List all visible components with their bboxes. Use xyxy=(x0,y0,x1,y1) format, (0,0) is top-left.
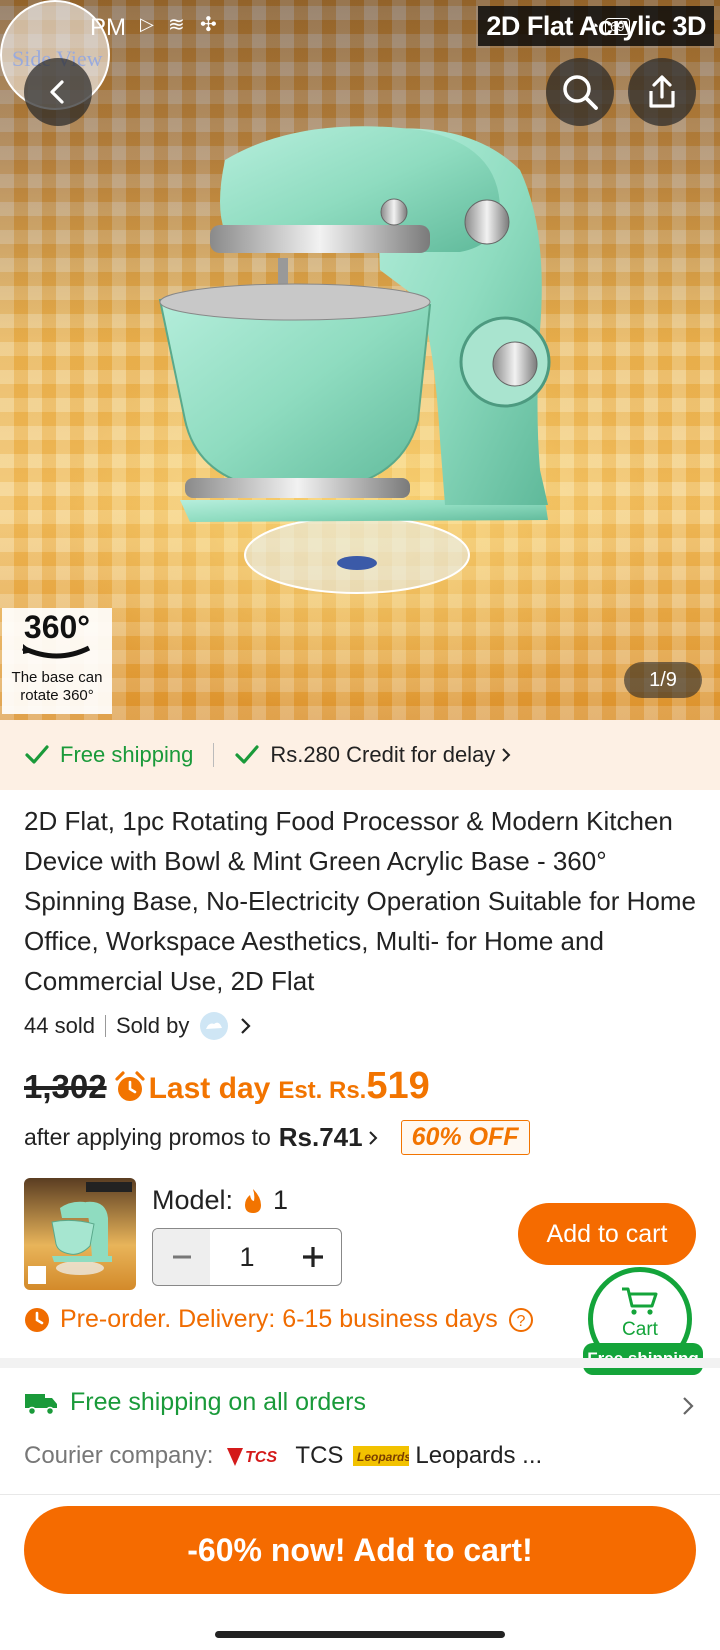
product-thumbnail-image xyxy=(28,1182,132,1284)
search-icon xyxy=(563,75,598,110)
alarm-clock-icon xyxy=(114,1070,145,1101)
status-icons: ◔ 69 xyxy=(590,14,656,38)
svg-text:Leopards: Leopards xyxy=(357,1450,409,1464)
add-to-cart-button[interactable]: Add to cart xyxy=(518,1203,696,1265)
section-divider xyxy=(0,1494,720,1495)
est-price-value: 519 xyxy=(366,1065,430,1107)
clock-icon xyxy=(25,1307,49,1332)
after-promos-label: after applying promos to xyxy=(24,1124,271,1150)
courier-label: Courier company: xyxy=(24,1442,214,1469)
shipping-benefits-bar[interactable]: Free shipping Rs.280 Credit for delay xyxy=(0,720,720,790)
plus-icon xyxy=(302,1247,323,1267)
home-indicator xyxy=(215,1631,505,1638)
divider xyxy=(104,1015,106,1037)
product-image-gallery[interactable]: PM ▷ ≋ ✣ 2D Flat Acrylic 3D ◔ 69 Side Vi… xyxy=(0,0,720,720)
divider xyxy=(213,743,215,767)
model-selector[interactable]: Model: 1 xyxy=(152,1185,288,1216)
courier-leopards: Leopards ... xyxy=(415,1442,543,1469)
sold-count: 44 sold xyxy=(24,1013,95,1038)
cart-label: Cart xyxy=(622,1319,658,1340)
seller-avatar-icon[interactable] xyxy=(199,1011,229,1041)
est-price-label: Est. Rs. xyxy=(278,1077,367,1104)
gamepad-icon: ✣ xyxy=(200,14,217,36)
promo-price: Rs.741 xyxy=(278,1122,363,1152)
layers-icon: ≋ xyxy=(168,14,185,36)
preorder-notice: Pre-order. Delivery: 6-15 business days … xyxy=(24,1305,534,1334)
search-button[interactable] xyxy=(546,58,614,126)
wifi-icon: ◔ xyxy=(590,17,600,35)
badge-degrees: 360° xyxy=(23,609,91,645)
model-count: 1 xyxy=(273,1185,289,1215)
chevron-left-icon xyxy=(50,80,64,104)
leopards-logo: Leopards xyxy=(353,1446,410,1466)
promo-row[interactable]: after applying promos to Rs.741 60% OFF xyxy=(24,1120,530,1155)
chevron-right-icon xyxy=(502,748,511,762)
discount-add-to-cart-button[interactable]: -60% now! Add to cart! xyxy=(24,1506,696,1594)
model-thumbnail[interactable] xyxy=(24,1178,136,1290)
share-icon xyxy=(649,75,675,108)
fire-icon xyxy=(245,1188,262,1213)
play-icon: ▷ xyxy=(140,14,154,34)
quantity-value[interactable]: 1 xyxy=(210,1242,284,1273)
rotate-arrow-icon xyxy=(21,644,91,659)
last-day-label: Last day xyxy=(148,1072,271,1105)
product-title: 2D Flat, 1pc Rotating Food Processor & M… xyxy=(24,806,696,996)
section-divider xyxy=(0,1358,720,1368)
chevron-right-icon xyxy=(368,1130,378,1145)
rotate-360-badge: 360° The base can rotate 360° xyxy=(2,608,112,714)
image-counter: 1/9 xyxy=(624,662,702,698)
model-label: Model: xyxy=(152,1185,234,1215)
battery-icon: 69 xyxy=(605,17,630,35)
cart-icon xyxy=(622,1287,658,1315)
svg-text:?: ? xyxy=(516,1313,525,1330)
discount-badge: 60% OFF xyxy=(400,1120,530,1155)
share-button[interactable] xyxy=(628,58,696,126)
sold-by-label[interactable]: Sold by xyxy=(116,1013,189,1039)
preorder-text: Pre-order. Delivery: 6-15 business days xyxy=(60,1305,498,1333)
courier-tcs: TCS xyxy=(295,1442,344,1469)
original-price: 1,302 xyxy=(24,1068,107,1105)
back-button[interactable] xyxy=(24,58,92,126)
free-shipping-all-label: Free shipping on all orders xyxy=(70,1388,366,1416)
chevron-right-icon[interactable] xyxy=(239,1016,253,1036)
truck-icon xyxy=(25,1393,57,1415)
free-shipping-all-orders[interactable]: Free shipping on all orders xyxy=(24,1388,366,1417)
help-icon[interactable]: ? xyxy=(508,1307,534,1333)
check-icon xyxy=(235,745,259,764)
quantity-stepper[interactable]: 1 xyxy=(152,1228,342,1286)
delay-credit-label: Rs.280 Credit for delay xyxy=(270,742,496,767)
check-icon xyxy=(25,745,49,764)
chevron-right-icon[interactable] xyxy=(680,1394,696,1418)
price-row: 1,302 Last day Est. Rs. 519 xyxy=(24,1065,430,1108)
increase-quantity-button[interactable] xyxy=(284,1229,341,1285)
courier-info: Courier company: TCS TCS Leopards Leopar… xyxy=(24,1442,542,1470)
decrease-quantity-button[interactable] xyxy=(153,1229,210,1285)
tcs-logo: TCS xyxy=(227,1448,278,1466)
minus-icon xyxy=(172,1255,191,1259)
svg-text:TCS: TCS xyxy=(245,1449,277,1466)
free-shipping-label: Free shipping xyxy=(60,742,194,767)
sales-info: 44 sold Sold by xyxy=(24,1011,253,1041)
